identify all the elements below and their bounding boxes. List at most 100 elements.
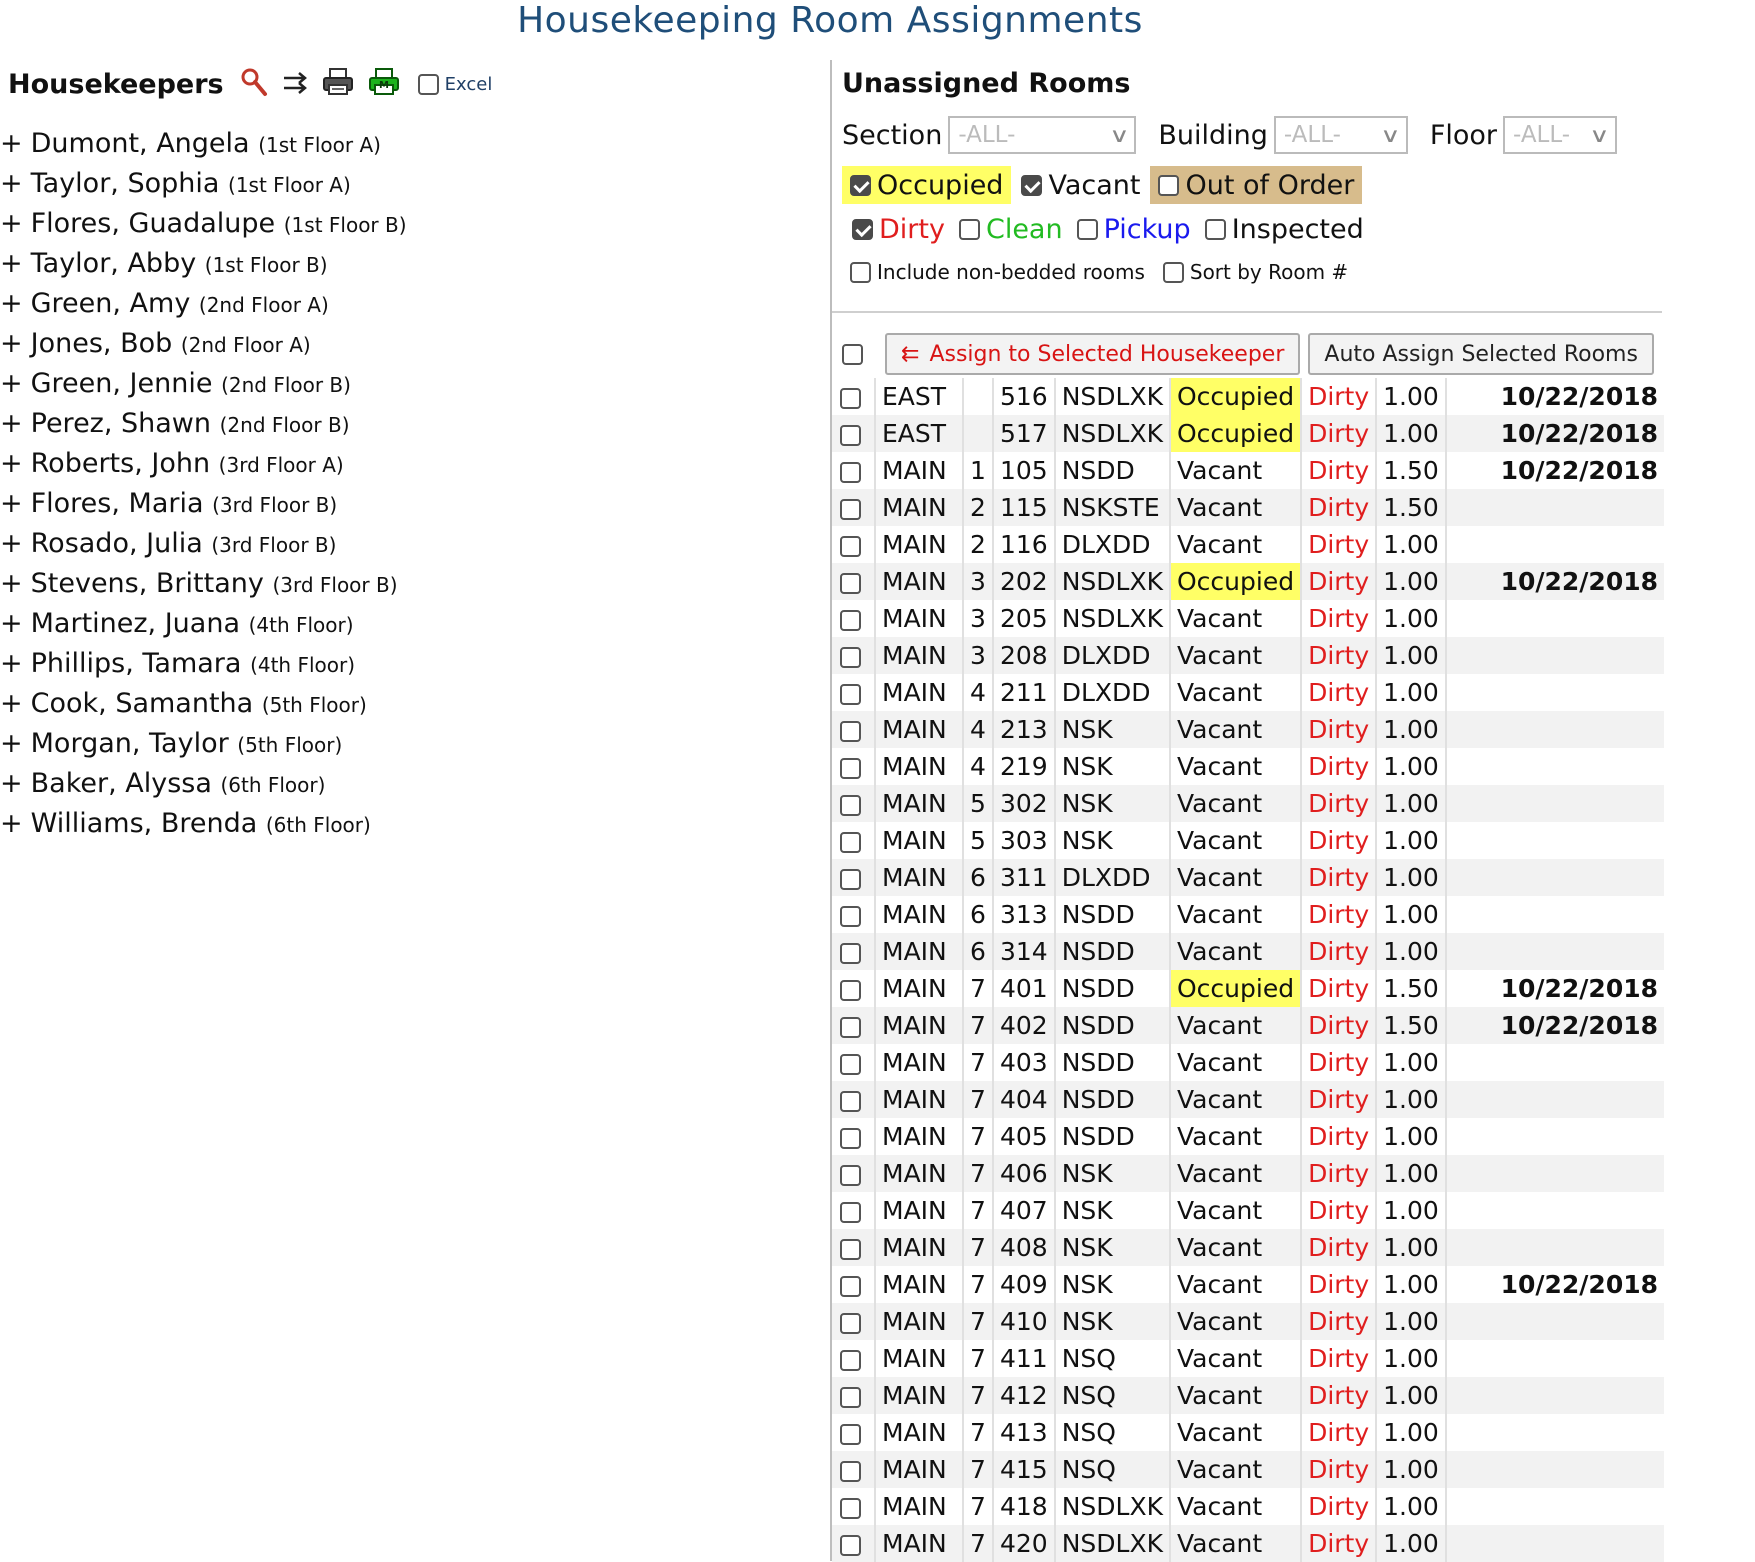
housekeeper-item[interactable]: + Flores, Guadalupe (1st Floor B) bbox=[0, 204, 407, 244]
room-row[interactable]: MAIN 7 413 NSQ Vacant Dirty 1.00 bbox=[832, 1414, 1664, 1451]
auto-assign-button[interactable]: Auto Assign Selected Rooms bbox=[1308, 333, 1654, 375]
room-row[interactable]: MAIN 3 202 NSDLXK Occupied Dirty 1.00 10/22/201… bbox=[832, 563, 1664, 600]
expand-icon[interactable]: + bbox=[0, 488, 23, 519]
vacant-filter[interactable]: Vacant bbox=[1013, 166, 1148, 204]
room-row[interactable]: MAIN 2 115 NSKSTE Vacant Dirty 1.50 bbox=[832, 489, 1664, 526]
room-row[interactable]: MAIN 7 415 NSQ Vacant Dirty 1.00 bbox=[832, 1451, 1664, 1488]
non-bedded-checkbox[interactable] bbox=[850, 261, 871, 283]
room-row[interactable]: MAIN 4 213 NSK Vacant Dirty 1.00 bbox=[832, 711, 1664, 748]
room-row[interactable]: EAST 517 NSDLXK Occupied Dirty 1.00 10/22/2018 bbox=[832, 415, 1664, 452]
expand-icon[interactable]: + bbox=[0, 608, 23, 639]
room-checkbox[interactable] bbox=[840, 831, 861, 853]
room-checkbox[interactable] bbox=[840, 572, 861, 594]
housekeeper-item[interactable]: + Cook, Samantha (5th Floor) bbox=[0, 684, 407, 724]
transfer-icon[interactable] bbox=[282, 69, 308, 99]
select-all-checkbox[interactable] bbox=[842, 343, 863, 365]
pickup-filter[interactable]: Pickup bbox=[1073, 210, 1195, 248]
room-row[interactable]: MAIN 6 314 NSDD Vacant Dirty 1.00 bbox=[832, 933, 1664, 970]
room-row[interactable]: MAIN 7 410 NSK Vacant Dirty 1.00 bbox=[832, 1303, 1664, 1340]
housekeeper-item[interactable]: + Stevens, Brittany (3rd Floor B) bbox=[0, 564, 407, 604]
expand-icon[interactable]: + bbox=[0, 768, 23, 799]
room-row[interactable]: MAIN 5 303 NSK Vacant Dirty 1.00 bbox=[832, 822, 1664, 859]
room-checkbox[interactable] bbox=[840, 1275, 861, 1297]
housekeeper-item[interactable]: + Williams, Brenda (6th Floor) bbox=[0, 804, 407, 844]
excel-option[interactable]: Excel bbox=[417, 73, 492, 95]
clean-filter[interactable]: Clean bbox=[955, 210, 1067, 248]
room-row[interactable]: MAIN 7 418 NSDLXK Vacant Dirty 1.00 bbox=[832, 1488, 1664, 1525]
room-checkbox[interactable] bbox=[840, 683, 861, 705]
room-checkbox[interactable] bbox=[840, 461, 861, 483]
room-checkbox[interactable] bbox=[840, 646, 861, 668]
assign-to-housekeeper-button[interactable]: ⇇ Assign to Selected Housekeeper bbox=[885, 333, 1301, 375]
room-checkbox[interactable] bbox=[840, 1423, 861, 1445]
sort-by-room-option[interactable]: Sort by Room # bbox=[1162, 260, 1348, 284]
room-checkbox[interactable] bbox=[840, 1386, 861, 1408]
out-of-order-filter[interactable]: Out of Order bbox=[1150, 166, 1363, 204]
room-checkbox[interactable] bbox=[840, 1534, 861, 1556]
room-row[interactable]: MAIN 7 403 NSDD Vacant Dirty 1.00 bbox=[832, 1044, 1664, 1081]
housekeeper-item[interactable]: + Green, Jennie (2nd Floor B) bbox=[0, 364, 407, 404]
room-row[interactable]: MAIN 7 406 NSK Vacant Dirty 1.00 bbox=[832, 1155, 1664, 1192]
room-row[interactable]: MAIN 7 411 NSQ Vacant Dirty 1.00 bbox=[832, 1340, 1664, 1377]
room-checkbox[interactable] bbox=[840, 1090, 861, 1112]
expand-icon[interactable]: + bbox=[0, 568, 23, 599]
room-row[interactable]: MAIN 3 205 NSDLXK Vacant Dirty 1.00 bbox=[832, 600, 1664, 637]
housekeeper-item[interactable]: + Baker, Alyssa (6th Floor) bbox=[0, 764, 407, 804]
expand-icon[interactable]: + bbox=[0, 688, 23, 719]
room-checkbox[interactable] bbox=[840, 1016, 861, 1038]
room-row[interactable]: EAST 516 NSDLXK Occupied Dirty 1.00 10/22/2018 bbox=[832, 378, 1664, 415]
expand-icon[interactable]: + bbox=[0, 128, 23, 159]
room-checkbox[interactable] bbox=[840, 1164, 861, 1186]
room-checkbox[interactable] bbox=[840, 1312, 861, 1334]
room-checkbox[interactable] bbox=[840, 387, 861, 409]
print-icon[interactable] bbox=[322, 68, 354, 100]
room-checkbox[interactable] bbox=[840, 868, 861, 890]
room-checkbox[interactable] bbox=[840, 1053, 861, 1075]
room-row[interactable]: MAIN 7 402 NSDD Vacant Dirty 1.50 10/22/2018 bbox=[832, 1007, 1664, 1044]
expand-icon[interactable]: + bbox=[0, 448, 23, 479]
room-checkbox[interactable] bbox=[840, 757, 861, 779]
room-checkbox[interactable] bbox=[840, 498, 861, 520]
housekeeper-item[interactable]: + Taylor, Sophia (1st Floor A) bbox=[0, 164, 407, 204]
room-row[interactable]: MAIN 2 116 DLXDD Vacant Dirty 1.00 bbox=[832, 526, 1664, 563]
room-checkbox[interactable] bbox=[840, 535, 861, 557]
room-row[interactable]: MAIN 7 405 NSDD Vacant Dirty 1.00 bbox=[832, 1118, 1664, 1155]
expand-icon[interactable]: + bbox=[0, 168, 23, 199]
section-select[interactable]: -ALL- ∨ bbox=[948, 116, 1137, 154]
room-checkbox[interactable] bbox=[840, 1201, 861, 1223]
room-checkbox[interactable] bbox=[840, 942, 861, 964]
expand-icon[interactable]: + bbox=[0, 808, 23, 839]
non-bedded-option[interactable]: Include non-bedded rooms bbox=[850, 260, 1145, 284]
expand-icon[interactable]: + bbox=[0, 408, 23, 439]
room-row[interactable]: MAIN 1 105 NSDD Vacant Dirty 1.50 10/22/2018 bbox=[832, 452, 1664, 489]
housekeeper-item[interactable]: + Rosado, Julia (3rd Floor B) bbox=[0, 524, 407, 564]
room-row[interactable]: MAIN 7 409 NSK Vacant Dirty 1.00 10/22/2018 bbox=[832, 1266, 1664, 1303]
clean-checkbox[interactable] bbox=[958, 218, 980, 240]
room-checkbox[interactable] bbox=[840, 905, 861, 927]
housekeeper-item[interactable]: + Morgan, Taylor (5th Floor) bbox=[0, 724, 407, 764]
out-of-order-checkbox[interactable] bbox=[1158, 174, 1180, 196]
housekeeper-item[interactable]: + Perez, Shawn (2nd Floor B) bbox=[0, 404, 407, 444]
housekeeper-item[interactable]: + Jones, Bob (2nd Floor A) bbox=[0, 324, 407, 364]
expand-icon[interactable]: + bbox=[0, 728, 23, 759]
room-checkbox[interactable] bbox=[840, 1497, 861, 1519]
room-row[interactable]: MAIN 7 412 NSQ Vacant Dirty 1.00 bbox=[832, 1377, 1664, 1414]
room-row[interactable]: MAIN 4 211 DLXDD Vacant Dirty 1.00 bbox=[832, 674, 1664, 711]
room-checkbox[interactable] bbox=[840, 979, 861, 1001]
expand-icon[interactable]: + bbox=[0, 368, 23, 399]
floor-select[interactable]: -ALL- ∨ bbox=[1503, 116, 1618, 154]
housekeeper-item[interactable]: + Roberts, John (3rd Floor A) bbox=[0, 444, 407, 484]
excel-checkbox[interactable] bbox=[417, 73, 439, 95]
inspected-checkbox[interactable] bbox=[1204, 218, 1226, 240]
expand-icon[interactable]: + bbox=[0, 528, 23, 559]
dirty-checkbox[interactable] bbox=[852, 218, 873, 240]
room-checkbox[interactable] bbox=[840, 794, 861, 816]
room-checkbox[interactable] bbox=[840, 424, 861, 446]
room-row[interactable]: MAIN 6 313 NSDD Vacant Dirty 1.00 bbox=[832, 896, 1664, 933]
expand-icon[interactable]: + bbox=[0, 648, 23, 679]
room-row[interactable]: MAIN 7 404 NSDD Vacant Dirty 1.00 bbox=[832, 1081, 1664, 1118]
occupied-checkbox[interactable] bbox=[850, 174, 871, 196]
vacant-checkbox[interactable] bbox=[1021, 174, 1043, 196]
room-row[interactable]: MAIN 5 302 NSK Vacant Dirty 1.00 bbox=[832, 785, 1664, 822]
housekeeper-item[interactable]: + Taylor, Abby (1st Floor B) bbox=[0, 244, 407, 284]
